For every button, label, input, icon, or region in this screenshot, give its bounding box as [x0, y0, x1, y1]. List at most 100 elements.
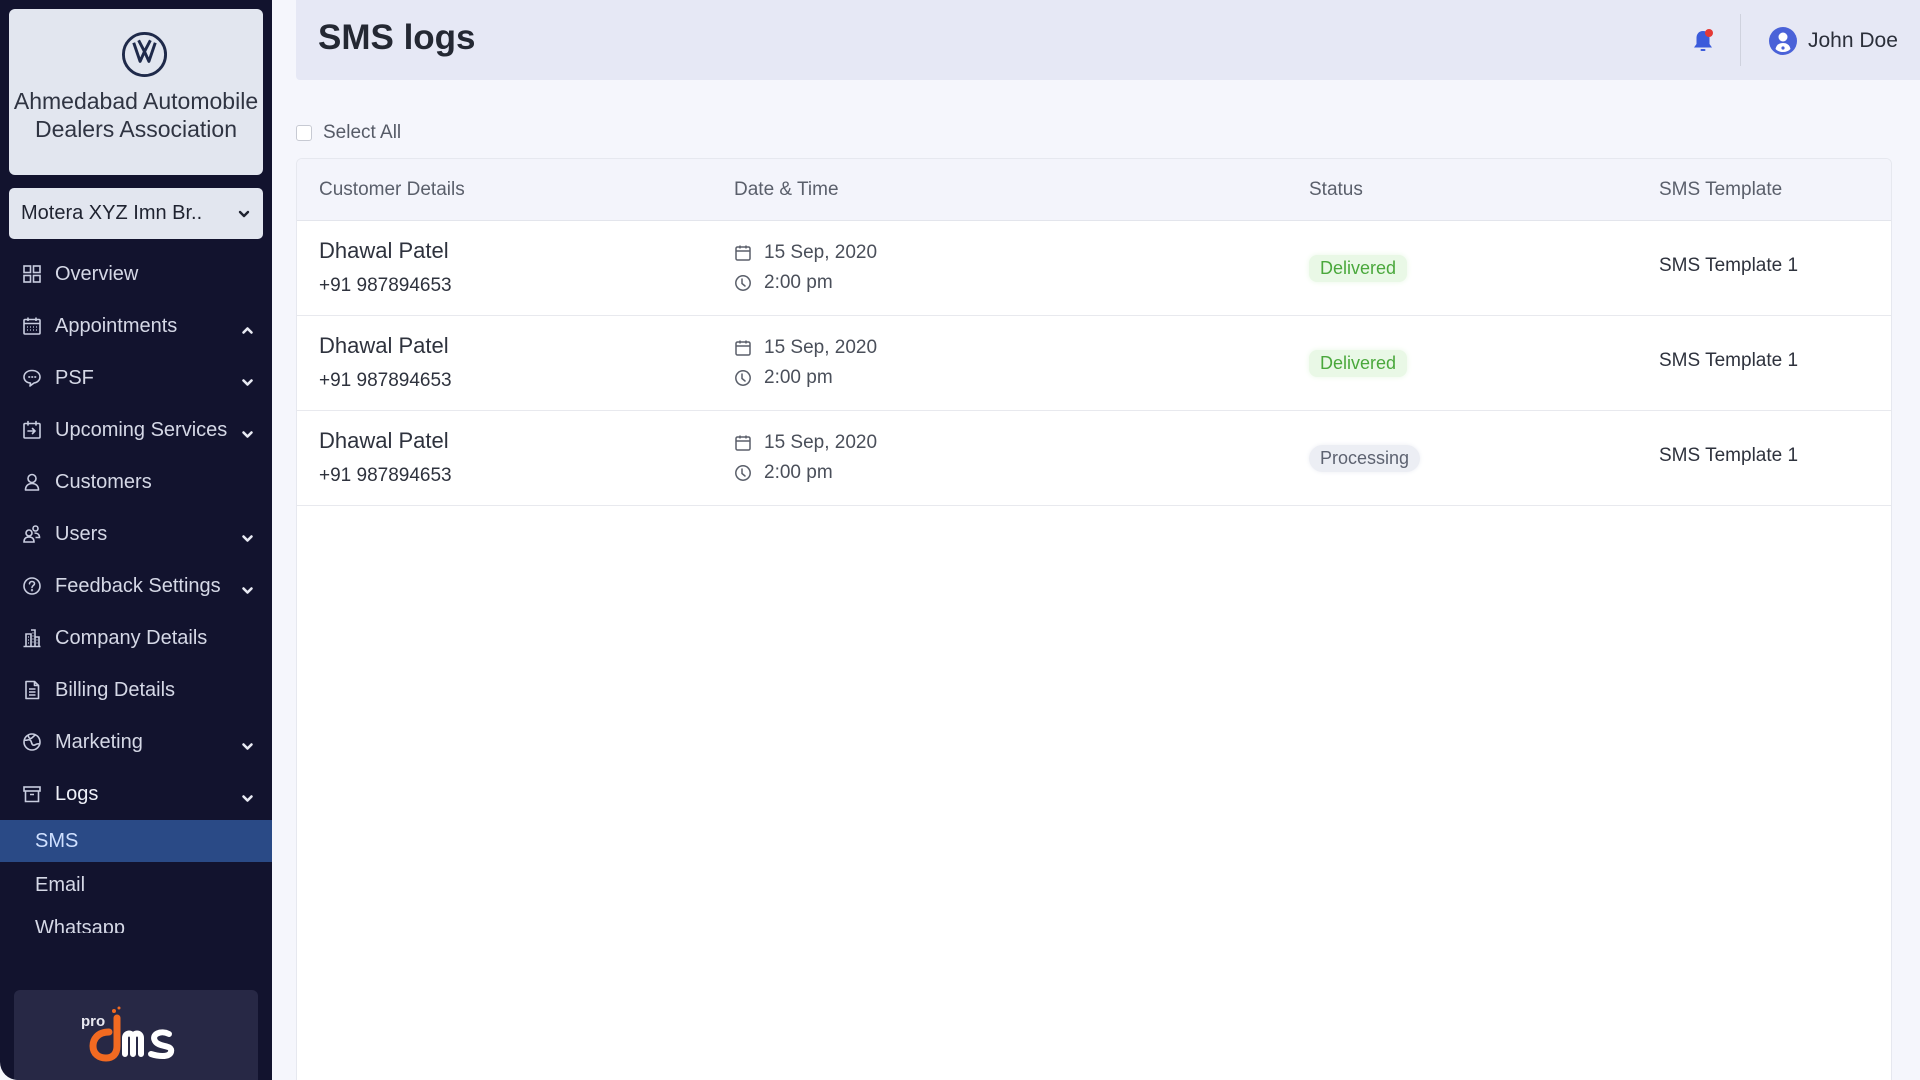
brand-prefix: pro: [81, 1013, 105, 1030]
sidebar-subitem-label: Whatsapp: [35, 917, 126, 933]
chevron-down-icon: [241, 788, 254, 802]
sms-template-name: SMS Template 1: [1659, 255, 1799, 276]
page-title: SMS logs: [318, 18, 476, 57]
customer-name: Dhawal Patel: [319, 428, 449, 453]
sms-logs-table: Customer Details Date & Time Status SMS …: [296, 158, 1892, 1080]
customer-name: Dhawal Patel: [319, 333, 449, 358]
checkbox[interactable]: [296, 125, 312, 141]
chevron-down-icon: [241, 372, 254, 386]
sidebar-subitem-label: SMS: [35, 829, 79, 852]
vw-logo-icon: [121, 31, 168, 78]
calendar-icon: [22, 316, 42, 336]
sidebar-item-label: Appointments: [55, 314, 178, 337]
sidebar-item-label: Marketing: [55, 730, 143, 753]
user-menu[interactable]: John Doe: [1768, 24, 1898, 58]
date-value: 15 Sep, 2020: [764, 242, 878, 263]
table-body: Dhawal Patel +91 987894653 15 Sep, 2020 …: [297, 221, 1891, 506]
notification-badge: [1705, 29, 1713, 37]
calendar-icon: [735, 435, 751, 451]
organization-name: Ahmedabad Automobile Dealers Association: [13, 88, 259, 142]
table-row[interactable]: Dhawal Patel +91 987894653 15 Sep, 2020 …: [297, 411, 1891, 506]
sidebar-item-label: PSF: [55, 366, 94, 389]
sidebar-item-label: Upcoming Services: [55, 418, 228, 441]
column-header-date-time[interactable]: Date & Time: [734, 179, 839, 201]
column-header-status[interactable]: Status: [1309, 179, 1363, 201]
chevron-down-icon: [241, 424, 254, 438]
question-circle-icon: [22, 576, 42, 596]
time-value: 2:00 pm: [764, 367, 833, 388]
chat-bubble-icon: [22, 368, 42, 388]
table-row[interactable]: Dhawal Patel +91 987894653 15 Sep, 2020 …: [297, 221, 1891, 316]
user-avatar-icon: [1769, 27, 1797, 55]
sms-time: 2:00 pm: [734, 462, 833, 484]
globe-icon: [22, 732, 42, 752]
sidebar-item-psf[interactable]: PSF: [0, 352, 272, 404]
table-row[interactable]: Dhawal Patel +91 987894653 15 Sep, 2020 …: [297, 316, 1891, 411]
customer-phone: +91 987894653: [319, 275, 452, 296]
document-icon: [22, 680, 42, 700]
sidebar-item-label: Billing Details: [55, 678, 176, 701]
branch-select[interactable]: Motera XYZ Imn Br..: [9, 188, 263, 239]
sidebar-item-appointments[interactable]: Appointments: [0, 300, 272, 352]
chevron-down-icon: [241, 736, 254, 750]
clock-icon: [735, 275, 751, 291]
sidebar-item-label: Customers: [55, 470, 152, 493]
notifications-button[interactable]: [1690, 28, 1716, 54]
sidebar-item-customers[interactable]: Customers: [0, 456, 272, 508]
chevron-up-icon: [241, 320, 254, 334]
calendar-arrow-icon: [22, 420, 42, 440]
calendar-icon: [735, 245, 751, 261]
sms-date: 15 Sep, 2020: [734, 432, 877, 454]
sidebar-nav: Overview Appointments PSF Upcoming Servi…: [0, 248, 272, 933]
users-icon: [22, 524, 42, 544]
bell-icon: [1694, 29, 1713, 51]
archive-box-icon: [22, 784, 42, 804]
calendar-icon: [735, 340, 751, 356]
chevron-down-icon: [241, 528, 254, 542]
sidebar-item-label: Logs: [55, 782, 99, 805]
sidebar-item-label: Overview: [55, 262, 139, 285]
sms-time: 2:00 pm: [734, 272, 833, 294]
sms-template-name: SMS Template 1: [1659, 350, 1799, 371]
top-bar: SMS logs John Doe: [296, 0, 1920, 80]
sidebar-subitem-email[interactable]: Email: [0, 862, 272, 909]
prodms-brand-logo: pro: [14, 990, 258, 1080]
sidebar-item-billing-details[interactable]: Billing Details: [0, 664, 272, 716]
sidebar-item-upcoming-services[interactable]: Upcoming Services: [0, 404, 272, 456]
branch-select-value: Motera XYZ Imn Br..: [21, 202, 203, 224]
time-value: 2:00 pm: [764, 462, 833, 483]
grid-icon: [22, 264, 42, 284]
sidebar-item-label: Users: [55, 522, 108, 545]
sms-date: 15 Sep, 2020: [734, 337, 877, 359]
building-icon: [22, 628, 42, 648]
select-all-checkbox[interactable]: Select All: [296, 122, 401, 144]
sidebar-item-feedback-settings[interactable]: Feedback Settings: [0, 560, 272, 612]
organization-card: Ahmedabad Automobile Dealers Association: [9, 9, 263, 175]
sidebar-item-logs[interactable]: Logs: [0, 768, 272, 820]
sidebar-subitem-sms[interactable]: SMS: [0, 820, 272, 862]
sidebar-subitem-whatsapp[interactable]: Whatsapp: [0, 909, 272, 933]
status-badge: Delivered: [1309, 350, 1408, 377]
clock-icon: [735, 465, 751, 481]
prodms-logo-icon: pro: [81, 1006, 175, 1062]
date-value: 15 Sep, 2020: [764, 432, 878, 453]
column-header-customer-details[interactable]: Customer Details: [319, 179, 465, 201]
sidebar-subitem-label: Email: [35, 874, 86, 896]
sidebar: Ahmedabad Automobile Dealers Association…: [0, 0, 272, 1080]
column-header-sms-template[interactable]: SMS Template: [1659, 179, 1782, 201]
sidebar-item-overview[interactable]: Overview: [0, 248, 272, 300]
sidebar-item-users[interactable]: Users: [0, 508, 272, 560]
customer-phone: +91 987894653: [319, 370, 452, 391]
table-header: Customer Details Date & Time Status SMS …: [297, 159, 1891, 221]
user-icon: [22, 472, 42, 492]
user-name: John Doe: [1808, 29, 1898, 52]
customer-name: Dhawal Patel: [319, 238, 449, 263]
sms-template-name: SMS Template 1: [1659, 445, 1799, 466]
chevron-down-icon: [241, 580, 254, 594]
header-divider: [1740, 14, 1741, 66]
sidebar-item-company-details[interactable]: Company Details: [0, 612, 272, 664]
sidebar-item-marketing[interactable]: Marketing: [0, 716, 272, 768]
sms-date: 15 Sep, 2020: [734, 242, 877, 264]
sms-time: 2:00 pm: [734, 367, 833, 389]
select-all-label: Select All: [323, 122, 402, 143]
